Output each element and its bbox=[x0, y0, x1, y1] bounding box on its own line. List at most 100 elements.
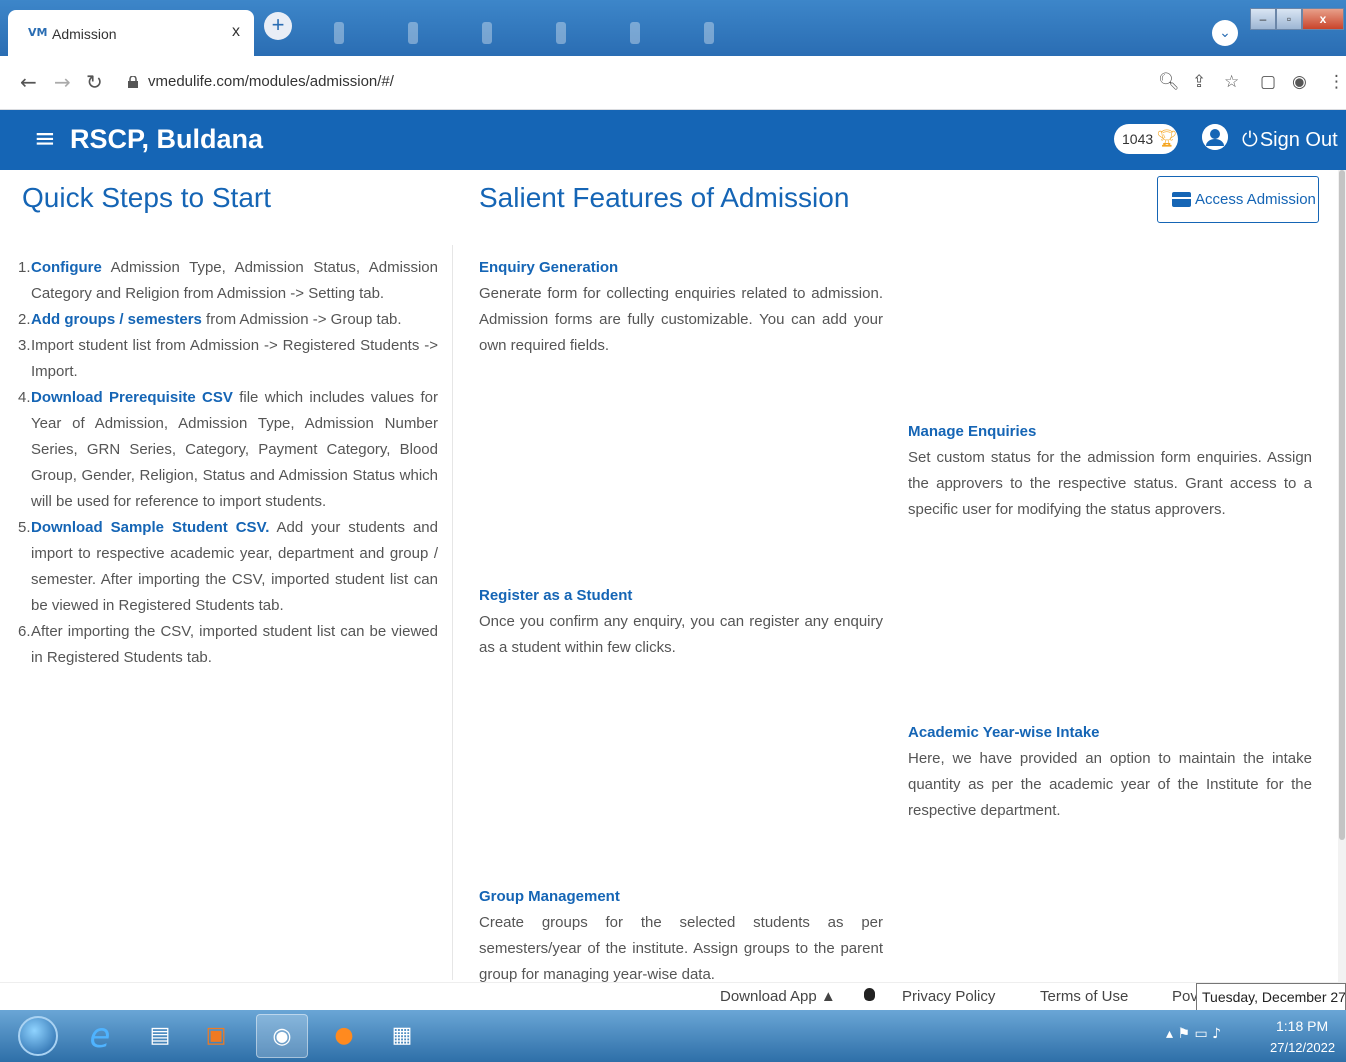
new-tab-button[interactable]: + bbox=[264, 12, 292, 40]
start-button[interactable] bbox=[18, 1016, 58, 1056]
list-item: 6. After importing the CSV, imported stud… bbox=[18, 619, 438, 671]
feature-title: Enquiry Generation bbox=[479, 259, 619, 276]
list-item: 2. Add groups / semesters from Admission … bbox=[18, 307, 438, 333]
feature-description: Create groups for the selected students … bbox=[479, 914, 883, 982]
quick-steps-list: 1. Configure Admission Type, Admission St… bbox=[18, 255, 438, 671]
feature-register-student: Register as a Student Once you confirm a… bbox=[479, 583, 883, 661]
minimize-button[interactable]: – bbox=[1250, 8, 1276, 30]
step-text: Import student list from Admission -> Re… bbox=[31, 337, 438, 380]
sign-out-button[interactable]: ⏻ Sign Out bbox=[1242, 124, 1338, 154]
feature-description: Once you confirm any enquiry, you can re… bbox=[479, 613, 883, 656]
page-scrollbar[interactable] bbox=[1338, 170, 1346, 982]
feature-group-management: Group Management Create groups for the s… bbox=[479, 884, 883, 982]
feature-enquiry-generation: Enquiry Generation Generate form for col… bbox=[479, 255, 883, 359]
background-tab[interactable] bbox=[334, 22, 344, 44]
android-icon: ▲ bbox=[820, 988, 836, 1005]
firefox-icon[interactable]: ● bbox=[318, 1014, 370, 1058]
background-tab[interactable] bbox=[630, 22, 640, 44]
step-text: file which includes values for Year of A… bbox=[31, 389, 438, 510]
step-number: 4. bbox=[18, 389, 31, 406]
feature-manage-enquiries: Manage Enquiries Set custom status for t… bbox=[908, 419, 1312, 523]
sidepanel-icon[interactable]: ▢ bbox=[1260, 72, 1276, 92]
profile-avatar-icon[interactable]: ◉ bbox=[1292, 72, 1307, 92]
tab-title: Admission bbox=[52, 26, 117, 42]
add-groups-link[interactable]: Add groups / semesters bbox=[31, 311, 202, 328]
feature-description: Set custom status for the admission form… bbox=[908, 449, 1312, 518]
privacy-policy-link[interactable]: Privacy Policy bbox=[902, 988, 995, 1005]
system-tray-icons[interactable]: ▴ ⚑ ▭ ♪ bbox=[1166, 1026, 1221, 1042]
page-footer: Download App ▲ Privacy Policy Terms of U… bbox=[0, 982, 1346, 1011]
date-tooltip: Tuesday, December 27, 2022 bbox=[1196, 983, 1346, 1011]
maximize-button[interactable]: ▫ bbox=[1276, 8, 1302, 30]
chevron-down-icon[interactable]: ⌄ bbox=[1212, 20, 1238, 46]
institute-name: RSCP, Buldana bbox=[70, 124, 264, 154]
reload-icon[interactable]: ↻ bbox=[86, 72, 103, 92]
vm-favicon-icon: VM bbox=[28, 26, 48, 39]
url-input[interactable]: vmedulife.com/modules/admission/#/ bbox=[148, 73, 394, 90]
share-icon[interactable]: ⇪ bbox=[1192, 72, 1206, 92]
address-bar: ← → ↻ vmedulife.com/modules/admission/#/… bbox=[0, 56, 1346, 110]
word-icon[interactable]: ▦ bbox=[376, 1014, 428, 1058]
clock-time[interactable]: 1:18 PM bbox=[1276, 1018, 1328, 1034]
feature-title: Manage Enquiries bbox=[908, 423, 1037, 440]
step-number: 2. bbox=[18, 311, 31, 328]
outlook-icon[interactable]: ▣ bbox=[190, 1014, 242, 1058]
feature-description: Here, we have provided an option to main… bbox=[908, 750, 1312, 819]
points-badge[interactable]: 1043 🏆︎ bbox=[1114, 124, 1178, 154]
app-header: ≡ RSCP, Buldana 1043 🏆︎ ⏻ Sign Out bbox=[0, 110, 1346, 170]
feature-academic-intake: Academic Year-wise Intake Here, we have … bbox=[908, 720, 1312, 824]
background-tab[interactable] bbox=[482, 22, 492, 44]
access-admission-label: Access Admission bbox=[1195, 191, 1316, 208]
back-arrow-icon[interactable]: ← bbox=[20, 72, 37, 92]
download-prerequisite-csv-link[interactable]: Download Prerequisite CSV bbox=[31, 389, 233, 406]
zoom-icon[interactable]: 🔍︎ bbox=[1158, 72, 1180, 92]
forward-arrow-icon[interactable]: → bbox=[54, 72, 71, 92]
list-item: 4. Download Prerequisite CSV file which i… bbox=[18, 385, 438, 515]
clock-date[interactable]: 27/12/2022 bbox=[1270, 1040, 1335, 1055]
configure-link[interactable]: Configure bbox=[31, 259, 102, 276]
windows-taskbar: e ▤ ▣ ◉ ● ▦ ▴ ⚑ ▭ ♪ 1:18 PM 27/12/2022 bbox=[0, 1010, 1346, 1062]
file-explorer-icon[interactable]: ▤ bbox=[134, 1014, 186, 1058]
chrome-icon[interactable]: ◉ bbox=[256, 1014, 308, 1058]
step-text: from Admission -> Group tab. bbox=[201, 311, 402, 328]
list-item: 3. Import student list from Admission -> … bbox=[18, 333, 438, 385]
feature-description: Generate form for collecting enquiries r… bbox=[479, 285, 883, 354]
browser-tab[interactable]: VM Admission x bbox=[8, 10, 254, 56]
access-admission-button[interactable]: Access Admission bbox=[1157, 176, 1319, 223]
bookmark-star-icon[interactable]: ☆ bbox=[1224, 72, 1239, 92]
step-number: 3. bbox=[18, 337, 31, 354]
window-close-button[interactable]: x bbox=[1302, 8, 1344, 30]
step-text: After importing the CSV, imported studen… bbox=[31, 623, 438, 666]
step-number: 6. bbox=[18, 623, 31, 640]
apple-icon[interactable] bbox=[864, 988, 875, 1001]
power-icon: ⏻ bbox=[1242, 127, 1258, 151]
sign-out-label: Sign Out bbox=[1259, 129, 1338, 151]
feature-title: Group Management bbox=[479, 888, 620, 905]
trophy-icon: 🏆︎ bbox=[1156, 129, 1178, 148]
lock-icon[interactable] bbox=[128, 76, 138, 88]
powered-by-text: Pov bbox=[1172, 988, 1198, 1005]
download-app-link[interactable]: Download App ▲ bbox=[720, 988, 836, 1005]
step-number: 1. bbox=[18, 259, 31, 276]
download-sample-csv-link[interactable]: Download Sample Student CSV. bbox=[31, 519, 269, 536]
feature-title: Academic Year-wise Intake bbox=[908, 724, 1100, 741]
card-icon bbox=[1172, 192, 1191, 207]
download-app-label: Download App bbox=[720, 988, 817, 1005]
internet-explorer-icon[interactable]: e bbox=[74, 1014, 126, 1058]
feature-title: Register as a Student bbox=[479, 587, 633, 604]
user-profile-icon[interactable] bbox=[1202, 124, 1228, 150]
tab-close-icon[interactable]: x bbox=[232, 23, 240, 41]
background-tab[interactable] bbox=[408, 22, 418, 44]
scrollbar-thumb[interactable] bbox=[1339, 170, 1345, 840]
hamburger-menu-icon[interactable]: ≡ bbox=[34, 124, 56, 154]
column-divider bbox=[452, 245, 453, 980]
background-tab[interactable] bbox=[704, 22, 714, 44]
more-menu-icon[interactable]: ⋮ bbox=[1328, 72, 1345, 92]
terms-of-use-link[interactable]: Terms of Use bbox=[1040, 988, 1128, 1005]
features-title: Salient Features of Admission bbox=[479, 182, 850, 213]
background-tab[interactable] bbox=[556, 22, 566, 44]
browser-tab-strip: VM Admission x + ⌄ – ▫ x bbox=[0, 0, 1346, 56]
step-number: 5. bbox=[18, 519, 31, 536]
list-item: 1. Configure Admission Type, Admission St… bbox=[18, 255, 438, 307]
list-item: 5. Download Sample Student CSV. Add your … bbox=[18, 515, 438, 619]
